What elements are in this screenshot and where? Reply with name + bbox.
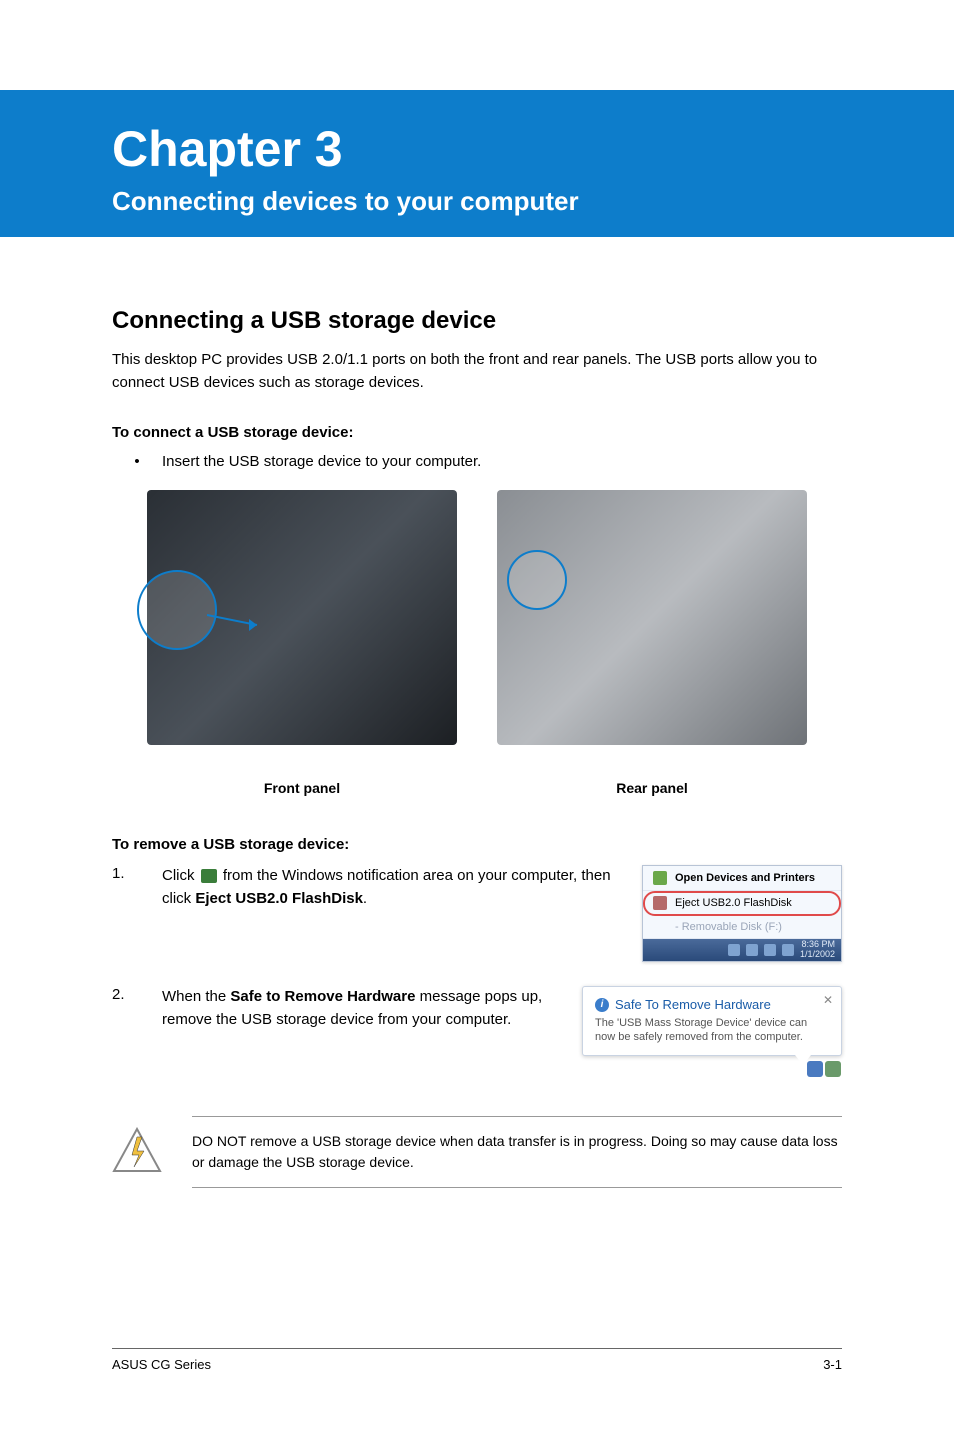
front-panel-label: Front panel [147,755,457,796]
tray-menu-screenshot: Open Devices and Printers Eject USB2.0 F… [642,865,842,962]
step-1-text: Click from the Windows notification area… [162,865,622,962]
connect-bullet-row: • Insert the USB storage device to your … [112,453,842,470]
intro-paragraph: This desktop PC provides USB 2.0/1.1 por… [112,349,842,394]
step-2-pre: When the [162,988,230,1005]
content-area: Connecting a USB storage device This des… [0,237,954,1188]
rear-usb-callout [507,550,567,610]
balloon-title-text: Safe To Remove Hardware [615,997,771,1012]
taskbar-clock: 8:36 PM 1/1/2002 [800,940,835,960]
tray-eject-label: Eject USB2.0 FlashDisk [675,897,792,909]
info-icon: i [595,998,609,1012]
balloon-close-icon[interactable]: ✕ [823,993,833,1007]
rear-panel-image [497,490,807,745]
balloon-body-text: The 'USB Mass Storage Device' device can… [595,1016,829,1045]
warning-lightning-icon [112,1127,162,1177]
step-1-bold: Eject USB2.0 FlashDisk [195,890,363,907]
corner-icon-1 [807,1061,823,1077]
rear-panel-label: Rear panel [497,755,807,796]
taskbar-icon-2[interactable] [746,944,758,956]
balloon-title-row: i Safe To Remove Hardware [595,997,829,1012]
chapter-header: Chapter 3 Connecting devices to your com… [0,90,954,237]
taskbar-icon-1[interactable] [728,944,740,956]
connect-bullet-text: Insert the USB storage device to your co… [162,453,842,470]
page: Chapter 3 Connecting devices to your com… [0,90,954,1412]
step-1-pre: Click [162,867,199,884]
devices-icon [653,871,667,885]
front-panel-image [147,490,457,745]
step-2: 2. When the Safe to Remove Hardware mess… [112,986,842,1056]
balloon-taskbar-icons [807,1061,841,1077]
chapter-subtitle: Connecting devices to your computer [112,186,894,217]
warning-box: DO NOT remove a USB storage device when … [112,1116,842,1188]
step-2-bold: Safe to Remove Hardware [230,988,415,1005]
chapter-number: Chapter 3 [112,120,894,178]
tray-open-devices[interactable]: Open Devices and Printers [643,866,841,891]
bullet-marker: • [112,453,162,470]
section-title: Connecting a USB storage device [112,307,842,335]
remove-heading: To remove a USB storage device: [112,836,842,853]
footer-right: 3-1 [823,1357,842,1372]
footer-left: ASUS CG Series [112,1357,211,1372]
taskbar: 8:36 PM 1/1/2002 [643,939,841,961]
taskbar-icon-4[interactable] [782,944,794,956]
step-2-text: When the Safe to Remove Hardware message… [162,986,562,1056]
taskbar-icon-3[interactable] [764,944,776,956]
tray-removable-disk: - Removable Disk (F:) [643,916,841,939]
taskbar-date: 1/1/2002 [800,950,835,960]
safely-remove-tray-icon [201,869,217,883]
tray-eject-item[interactable]: Eject USB2.0 FlashDisk [643,891,841,916]
front-usb-callout [137,570,217,650]
step-1-after: . [363,890,367,907]
step-2-number: 2. [112,986,142,1056]
safe-remove-balloon: ✕ i Safe To Remove Hardware The 'USB Mas… [582,986,842,1056]
page-footer: ASUS CG Series 3-1 [112,1348,842,1372]
callout-arrow-icon [207,605,267,645]
corner-icon-2 [825,1061,841,1077]
tray-open-label: Open Devices and Printers [675,872,815,884]
step-1-number: 1. [112,865,142,962]
eject-icon [653,896,667,910]
tray-removable-label: - Removable Disk (F:) [675,921,782,933]
panel-labels-row: Front panel Rear panel [112,755,842,796]
connect-heading: To connect a USB storage device: [112,424,842,441]
pc-images-row [112,490,842,745]
balloon-screenshot: ✕ i Safe To Remove Hardware The 'USB Mas… [582,986,842,1056]
step-1: 1. Click from the Windows notification a… [112,865,842,962]
warning-text: DO NOT remove a USB storage device when … [192,1116,842,1188]
tray-popup: Open Devices and Printers Eject USB2.0 F… [642,865,842,962]
